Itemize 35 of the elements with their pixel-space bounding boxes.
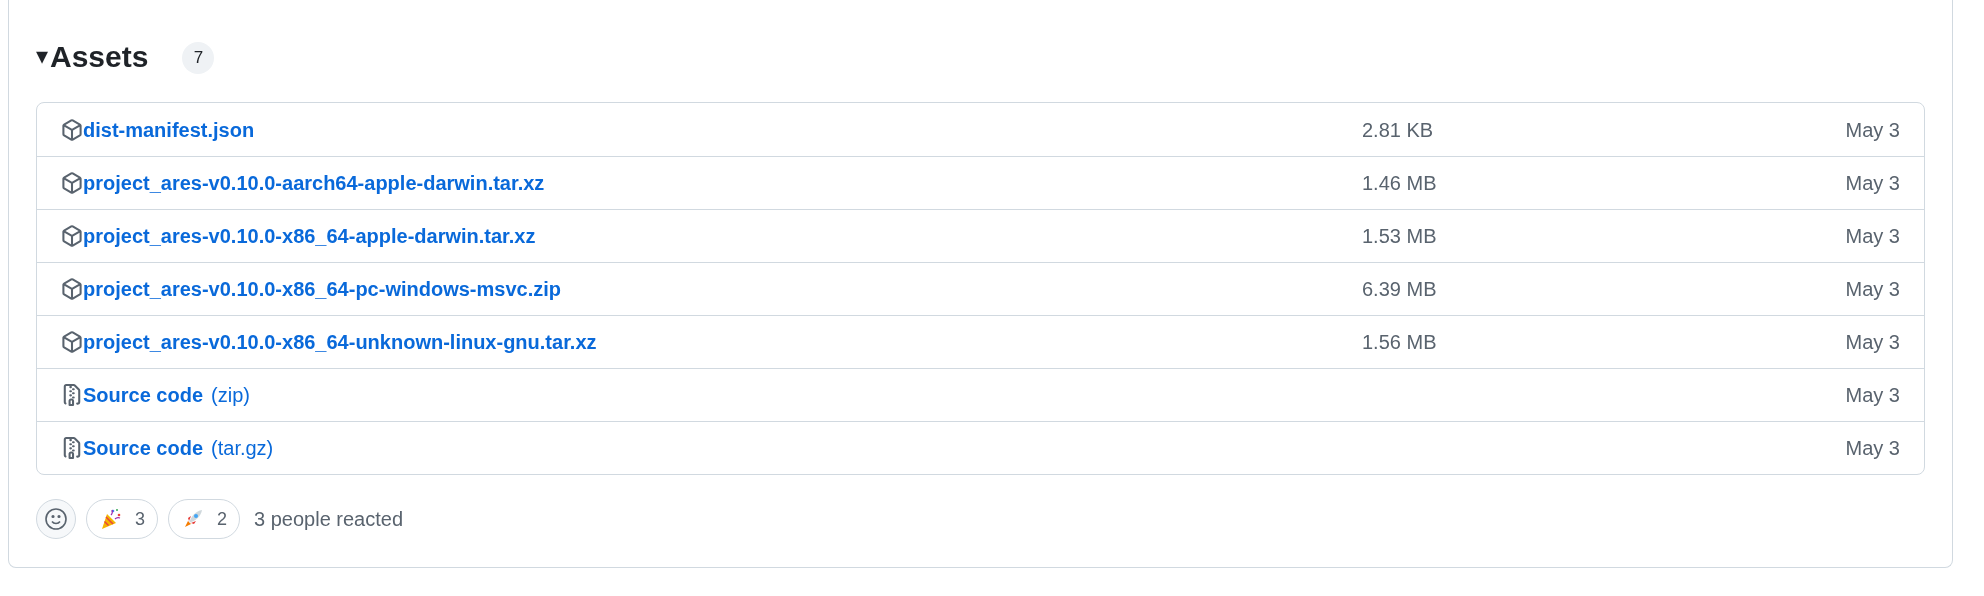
zip-file-icon — [61, 384, 83, 406]
package-icon — [61, 331, 83, 353]
asset-link[interactable]: project_ares-v0.10.0-x86_64-apple-darwin.tar.xz — [83, 221, 536, 251]
upload-date: May 3 — [1845, 330, 1900, 355]
upload-date: May 3 — [1845, 277, 1900, 302]
upload-date: May 3 — [1845, 224, 1900, 249]
asset-link[interactable]: project_ares-v0.10.0-aarch64-apple-darwin.tar.xz — [83, 168, 545, 198]
file-size: 1.46 MB — [1362, 171, 1438, 196]
smiley-icon — [44, 507, 68, 531]
asset-link[interactable]: Source code (tar.gz) — [83, 433, 274, 463]
asset-link[interactable]: Source code (zip) — [83, 380, 250, 410]
package-icon — [61, 172, 83, 194]
section-title: Assets — [50, 38, 149, 75]
asset-count: 7 — [182, 42, 215, 74]
add-reaction-button[interactable] — [36, 499, 76, 539]
upload-date: May 3 — [1845, 436, 1900, 461]
reaction-button[interactable]: 3 — [86, 499, 158, 539]
package-icon — [61, 118, 83, 141]
asset-link[interactable]: project_ares-v0.10.0-x86_64-pc-windows-msvc.zip — [83, 274, 561, 304]
package-icon — [61, 225, 83, 247]
asset-link[interactable]: project_ares-v0.10.0-x86_64-unknown-linux-gnu.tar.xz — [83, 327, 597, 357]
upload-date: May 3 — [1845, 117, 1900, 143]
zip-file-icon — [61, 437, 83, 459]
reaction-summary: 3 people reacted — [254, 507, 404, 532]
upload-date: May 3 — [1845, 383, 1900, 408]
asset-link[interactable]: dist-manifest.json — [83, 114, 255, 145]
collapse-toggle[interactable]: ▾ — [36, 44, 48, 68]
upload-date: May 3 — [1845, 171, 1900, 196]
package-icon — [61, 278, 83, 300]
file-size: 2.81 KB — [1362, 117, 1435, 143]
file-size: 6.39 MB — [1362, 277, 1438, 302]
party-popper-icon — [99, 507, 123, 531]
file-size: 1.56 MB — [1362, 330, 1438, 355]
reaction-button[interactable]: 2 — [168, 499, 241, 539]
file-size: 1.53 MB — [1362, 224, 1438, 249]
